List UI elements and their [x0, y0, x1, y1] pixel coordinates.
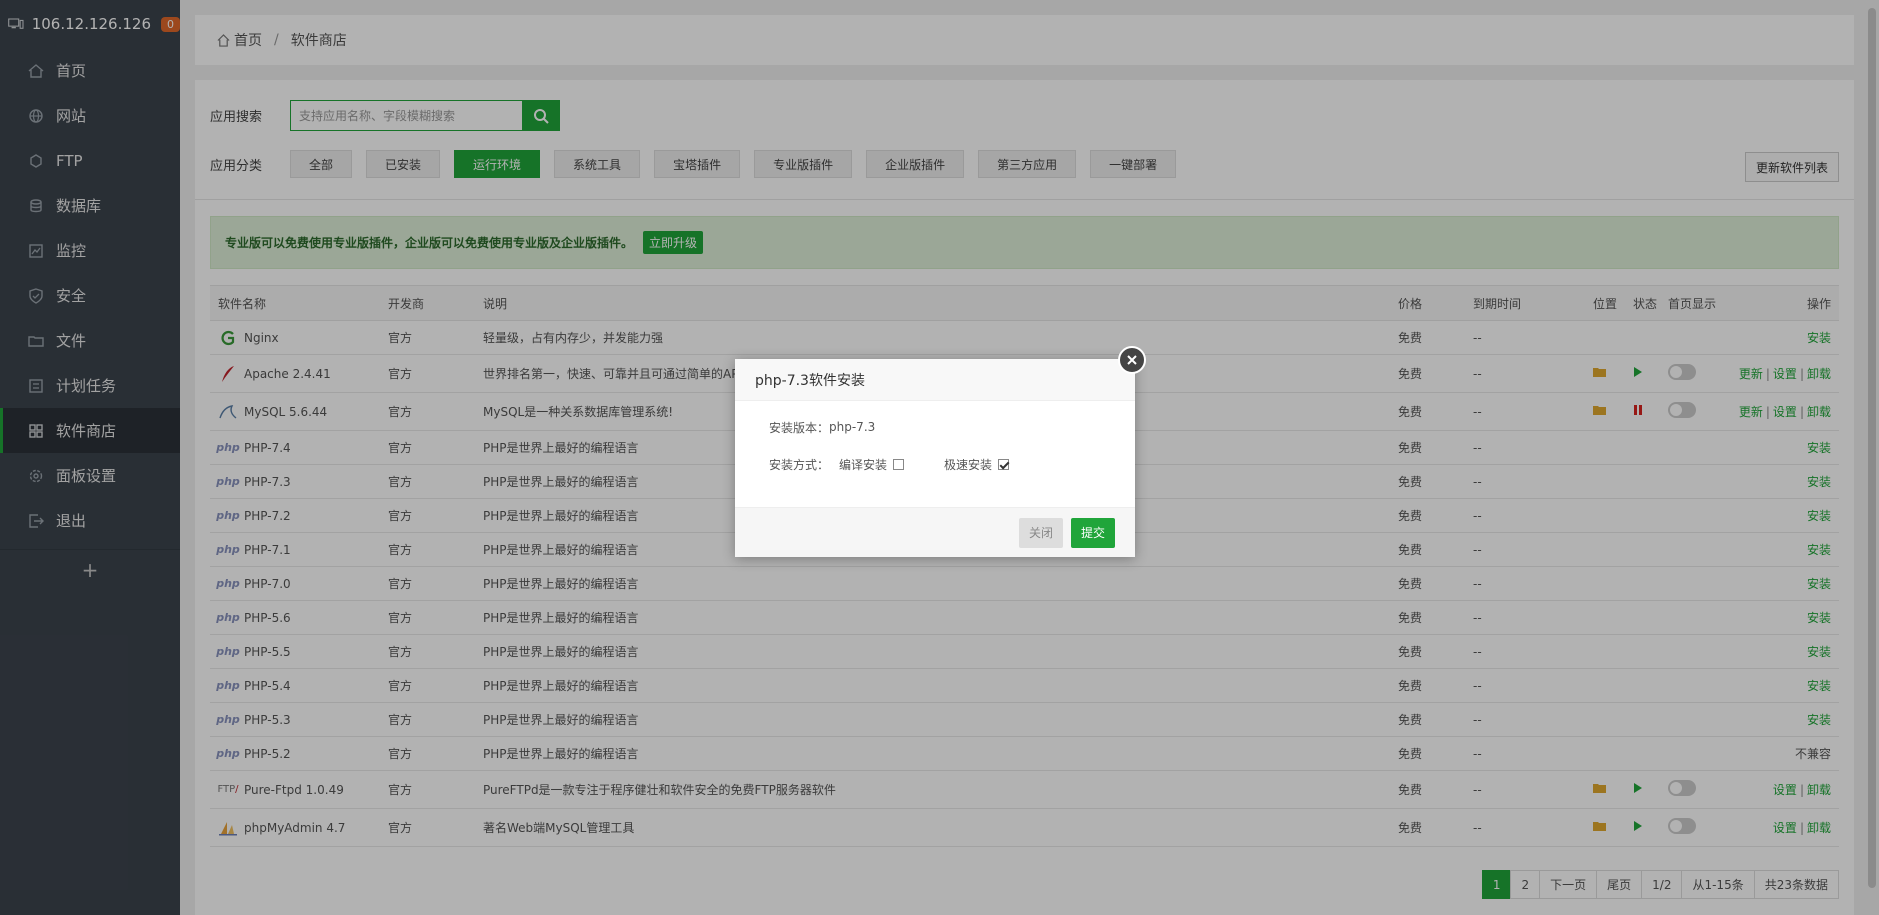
dialog-footer: 关闭 提交: [735, 507, 1135, 557]
method-label: 安装方式：: [769, 457, 830, 472]
dialog-title: php-7.3软件安装: [735, 359, 1135, 401]
version-label: 安装版本：: [769, 420, 830, 435]
submit-button[interactable]: 提交: [1070, 517, 1115, 548]
close-icon[interactable]: [1118, 346, 1146, 374]
version-row: 安装版本： php-7.3: [769, 409, 1101, 445]
fast-install-checkbox[interactable]: [998, 458, 1010, 470]
method-row: 安装方式： 编译安装 极速安装: [769, 445, 1101, 483]
compile-install-label: 编译安装: [839, 457, 888, 472]
fast-install-label: 极速安装: [944, 457, 993, 472]
version-value: php-7.3: [829, 420, 876, 434]
compile-install-checkbox[interactable]: [893, 458, 905, 470]
close-button[interactable]: 关闭: [1018, 517, 1063, 548]
install-dialog: php-7.3软件安装 安装版本： php-7.3 安装方式： 编译安装 极速安…: [735, 346, 1146, 557]
